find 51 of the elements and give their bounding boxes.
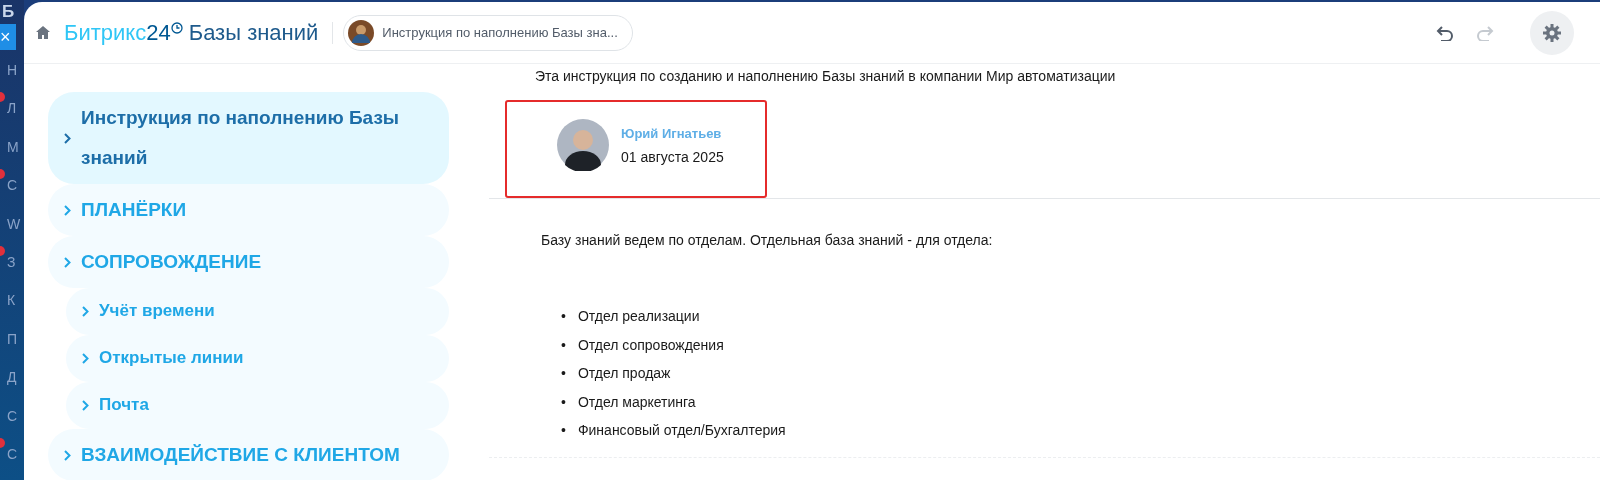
chevron-icon — [64, 256, 71, 268]
tree-item[interactable]: СОПРОВОЖДЕНИЕ — [48, 236, 449, 288]
settings-icon — [1543, 23, 1561, 42]
chevron-icon — [64, 132, 71, 144]
menu-item[interactable]: Н — [7, 62, 18, 78]
clock-icon — [170, 21, 183, 34]
bullet: • — [561, 393, 566, 410]
tree-item[interactable]: ВЗАИМОДЕЙСТВИЕ С КЛИЕНТОМ — [48, 429, 449, 480]
list-item: Отдел маркетинга — [577, 393, 696, 410]
tree-item[interactable]: Инструкция по наполнению Базы знаний — [48, 92, 449, 184]
list-item: Отдел реализации — [577, 308, 700, 325]
menu-item[interactable]: С — [7, 445, 18, 462]
avatar-icon — [348, 19, 375, 46]
publish-date: 01 августа 2025 — [621, 148, 724, 165]
settings-button[interactable] — [1530, 10, 1574, 55]
menu-item[interactable]: С — [7, 177, 18, 194]
list-item: Отдел сопровождения — [577, 336, 724, 353]
lead-text: Базу знаний ведем по отделам. Отдельная база знаний - для отдела: — [540, 231, 994, 248]
page-title: Базы знаний — [188, 19, 319, 46]
menu-item[interactable]: П — [7, 330, 18, 347]
menu-item[interactable]: М — [7, 138, 19, 155]
tree-item[interactable]: Почта — [66, 382, 449, 429]
list-item: Финансовый отдел/Бухгалтерия — [577, 422, 786, 439]
logo-text: Битрикс24 — [64, 19, 171, 46]
bullet: • — [561, 422, 566, 439]
undo-icon[interactable] — [1436, 24, 1454, 41]
avatar-icon — [557, 119, 609, 171]
tree-item[interactable]: Учёт времени — [66, 288, 449, 335]
author-link[interactable]: Юрий Игнатьев — [621, 125, 724, 141]
menu-item[interactable]: Д — [7, 369, 17, 386]
breadcrumb-chip[interactable]: Инструкция по наполнению Базы зна... — [343, 14, 633, 51]
tree-item[interactable]: ПЛАНЁРКИ — [48, 184, 449, 236]
menu-item[interactable]: Л — [7, 100, 17, 117]
bullet: • — [561, 365, 566, 382]
list-item: Отдел продаж — [577, 365, 671, 382]
chevron-icon — [82, 400, 89, 411]
bullet: • — [561, 308, 566, 325]
chevron-icon — [64, 449, 71, 461]
menu-item[interactable]: С — [7, 407, 18, 424]
bullet: • — [561, 336, 566, 353]
menu-item[interactable]: W — [7, 215, 21, 232]
chevron-icon — [64, 204, 71, 216]
app-letter: Б — [1, 1, 16, 23]
tree-item[interactable]: Открытые линии — [66, 335, 449, 382]
intro-text: Эта инструкция по созданию и наполнению Базы знаний в компании Мир автоматизации — [534, 67, 1117, 84]
menu-item[interactable]: З — [7, 253, 16, 270]
chevron-icon — [82, 353, 89, 364]
menu-item[interactable]: К — [7, 292, 16, 309]
close-button[interactable]: × — [0, 24, 16, 50]
chevron-icon — [82, 306, 89, 317]
home-icon[interactable] — [36, 26, 50, 39]
